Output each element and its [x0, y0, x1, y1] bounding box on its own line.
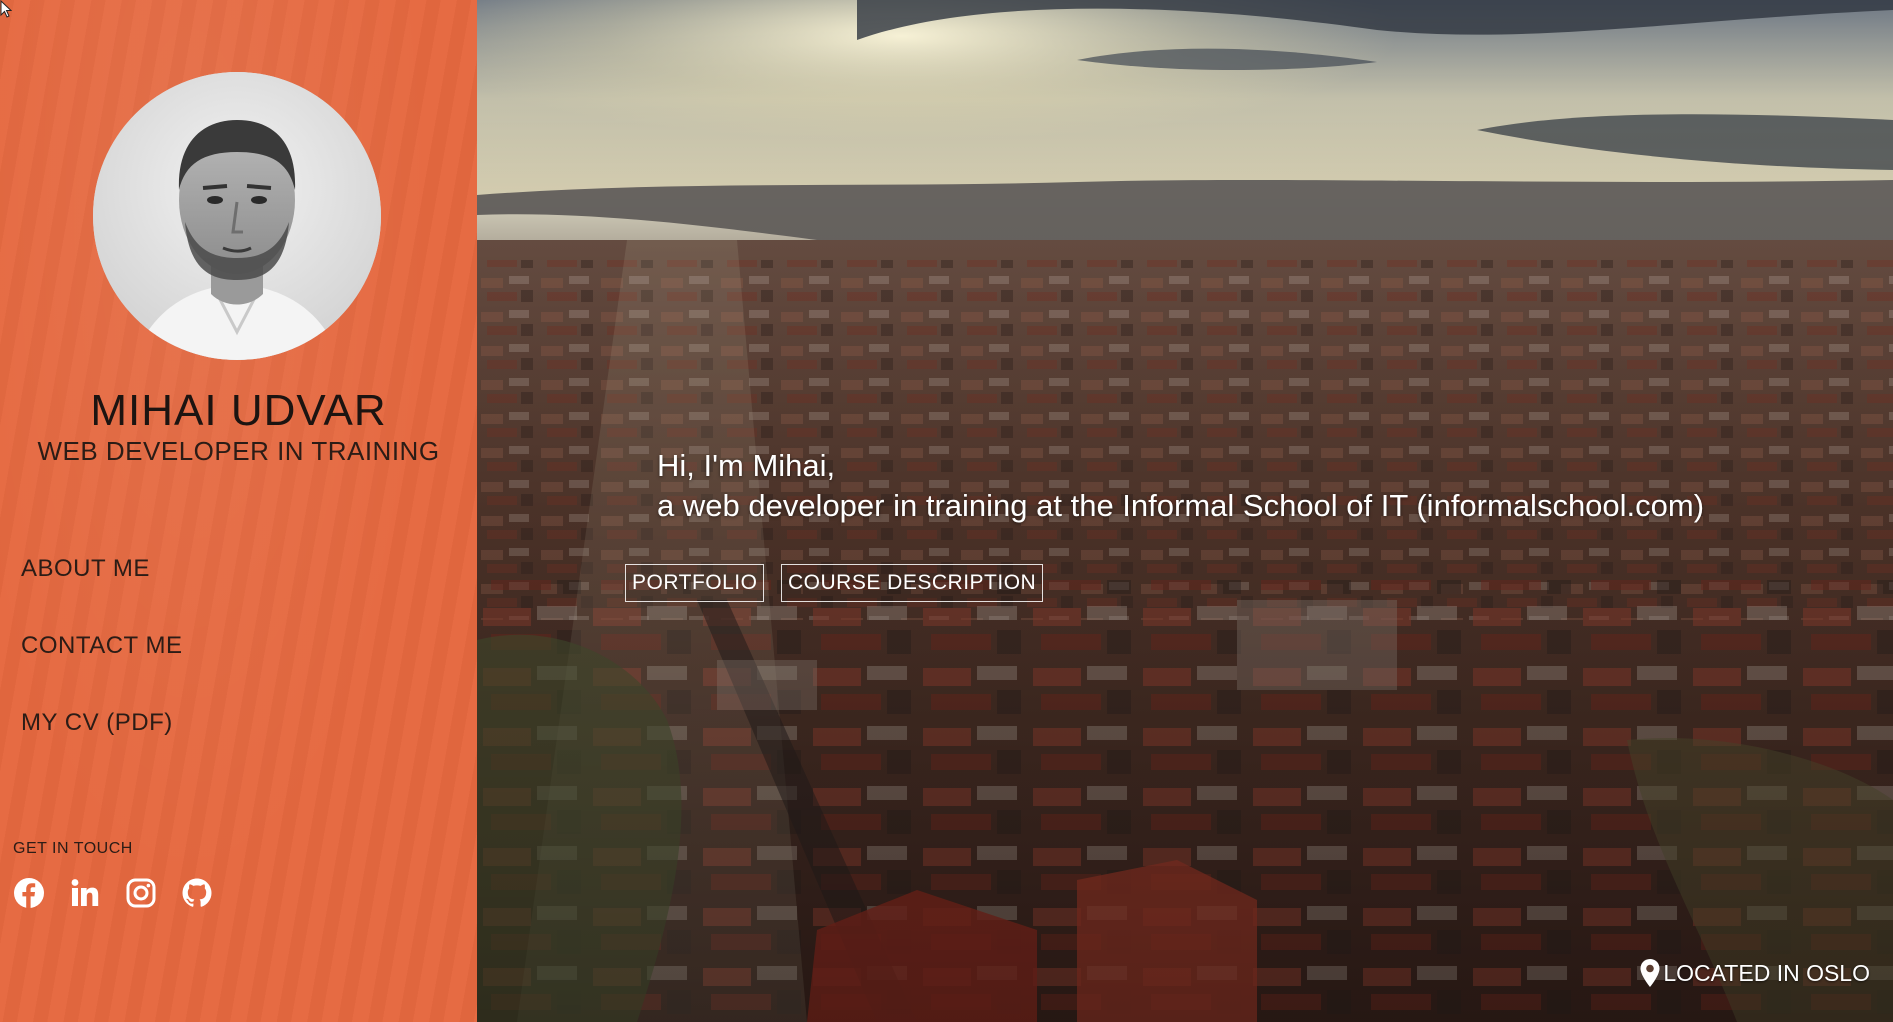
social-links [13, 877, 213, 909]
linkedin-icon[interactable] [69, 877, 101, 909]
greeting-subtitle: a web developer in training at the Infor… [657, 488, 1705, 523]
profile-name: MIHAI UDVAR [90, 386, 387, 435]
profile-photo [93, 72, 381, 360]
sidebar-nav: ABOUT ME CONTACT ME MY CV (PDF) [21, 555, 182, 786]
github-icon[interactable] [181, 877, 213, 909]
location-badge: LOCATED IN OSLO [1639, 958, 1870, 988]
portfolio-button[interactable]: PORTFOLIO [625, 564, 765, 602]
sidebar: MIHAI UDVAR WEB DEVELOPER IN TRAINING AB… [0, 0, 477, 1022]
hero-greeting: Hi, I'm Mihai, a web developer in traini… [657, 446, 1704, 526]
location-text: LOCATED IN OSLO [1663, 959, 1870, 986]
greeting-title: Hi, I'm Mihai, [657, 448, 836, 483]
instagram-icon[interactable] [125, 877, 157, 909]
hero-section: Hi, I'm Mihai, a web developer in traini… [477, 0, 1893, 1022]
nav-item-contact-me[interactable]: CONTACT ME [21, 632, 182, 709]
map-pin-icon [1640, 959, 1660, 987]
avatar [93, 72, 381, 360]
mouse-cursor-icon [0, 0, 12, 18]
facebook-icon[interactable] [13, 877, 45, 909]
course-description-button[interactable]: COURSE DESCRIPTION [781, 564, 1044, 602]
profile-role: WEB DEVELOPER IN TRAINING [37, 436, 440, 466]
get-in-touch-label: GET IN TOUCH [13, 840, 133, 857]
nav-item-about-me[interactable]: ABOUT ME [21, 555, 182, 632]
nav-item-my-cv[interactable]: MY CV (PDF) [21, 709, 182, 786]
page: MIHAI UDVAR WEB DEVELOPER IN TRAINING AB… [0, 0, 1893, 1022]
